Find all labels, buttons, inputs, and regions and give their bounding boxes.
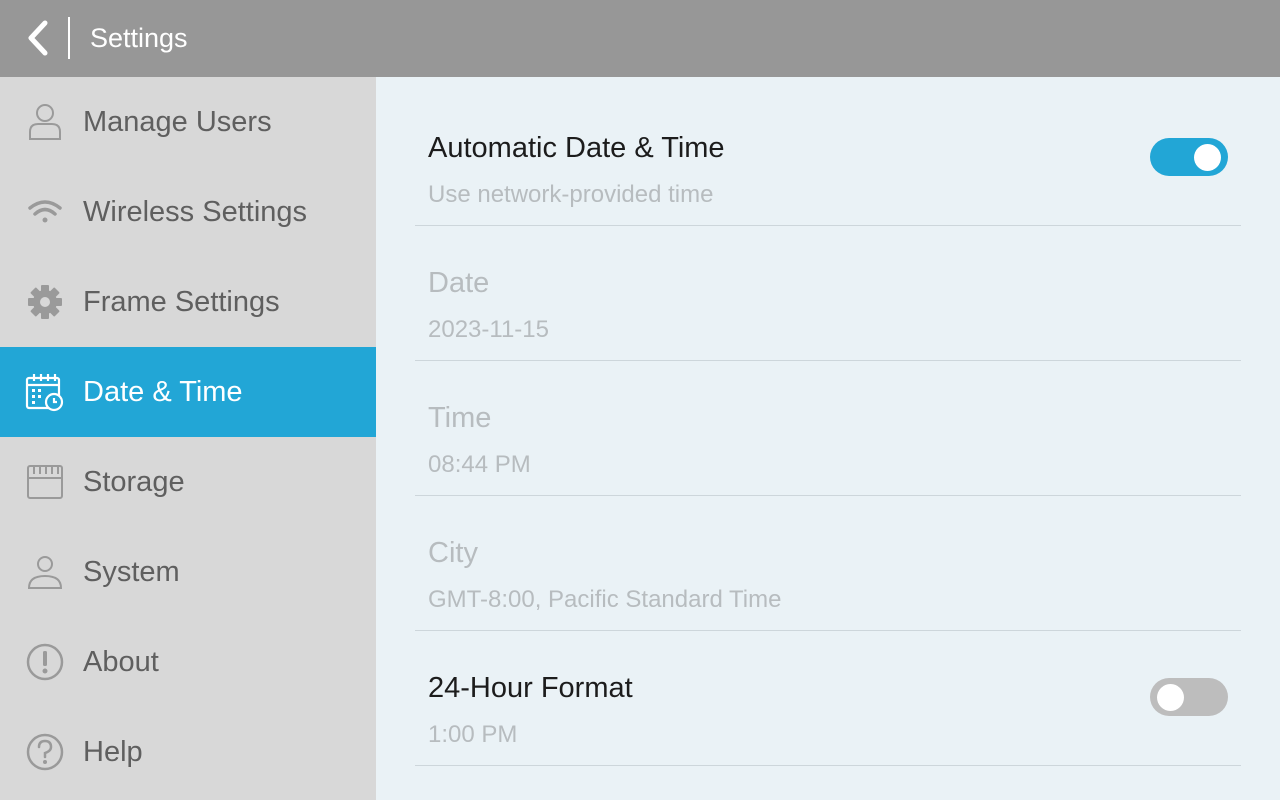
sd-card-icon — [25, 462, 65, 502]
sidebar-item-label: Date & Time — [83, 375, 243, 408]
sidebar-item-wireless-settings[interactable]: Wireless Settings — [0, 167, 376, 257]
page-title: Settings — [90, 23, 188, 53]
setting-title: Automatic Date & Time — [428, 132, 725, 164]
setting-24-hour-format: 24-Hour Format 1:00 PM — [415, 630, 1241, 766]
sidebar-item-about[interactable]: About — [0, 617, 376, 707]
sidebar-item-label: Wireless Settings — [83, 195, 308, 228]
wifi-icon — [25, 192, 65, 232]
setting-title: Time — [428, 402, 492, 434]
setting-value: 2023-11-15 — [428, 316, 549, 343]
sidebar: Manage Users Wireless Settings Frame Set… — [0, 77, 376, 800]
chevron-left-icon — [28, 20, 48, 56]
setting-city[interactable]: City GMT-8:00, Pacific Standard Time — [415, 495, 1241, 631]
setting-title: Date — [428, 267, 490, 299]
setting-date[interactable]: Date 2023-11-15 — [415, 225, 1241, 361]
person-icon — [25, 552, 65, 592]
sidebar-item-manage-users[interactable]: Manage Users — [0, 77, 376, 167]
user-icon — [25, 102, 65, 142]
info-icon — [25, 642, 65, 682]
toggle-knob — [1157, 684, 1184, 711]
automatic-date-time-toggle[interactable] — [1150, 138, 1228, 176]
sidebar-item-label: Storage — [83, 465, 185, 498]
setting-subtitle: 1:00 PM — [428, 721, 518, 748]
settings-panel: Automatic Date & Time Use network-provid… — [376, 77, 1280, 800]
sidebar-item-frame-settings[interactable]: Frame Settings — [0, 257, 376, 347]
top-bar: Settings — [0, 0, 1280, 77]
sidebar-item-label: Help — [83, 735, 143, 768]
setting-value: GMT-8:00, Pacific Standard Time — [428, 586, 782, 613]
24-hour-format-toggle[interactable] — [1150, 678, 1228, 716]
sidebar-item-system[interactable]: System — [0, 527, 376, 617]
header-divider — [68, 17, 70, 59]
setting-value: 08:44 PM — [428, 451, 531, 478]
sidebar-item-storage[interactable]: Storage — [0, 437, 376, 527]
gear-icon — [25, 282, 65, 322]
sidebar-item-label: Manage Users — [83, 105, 272, 138]
toggle-knob — [1194, 144, 1221, 171]
sidebar-item-label: Frame Settings — [83, 285, 280, 318]
setting-title: City — [428, 537, 478, 569]
setting-subtitle: Use network-provided time — [428, 181, 714, 208]
setting-automatic-date-time: Automatic Date & Time Use network-provid… — [415, 90, 1241, 226]
sidebar-item-label: System — [83, 555, 180, 588]
sidebar-item-label: About — [83, 645, 159, 678]
sidebar-item-help[interactable]: Help — [0, 707, 376, 797]
sidebar-item-date-time[interactable]: Date & Time — [0, 347, 376, 437]
help-icon — [25, 732, 65, 772]
back-button[interactable] — [14, 14, 62, 62]
calendar-clock-icon — [25, 372, 65, 412]
setting-time[interactable]: Time 08:44 PM — [415, 360, 1241, 496]
setting-title: 24-Hour Format — [428, 672, 633, 704]
